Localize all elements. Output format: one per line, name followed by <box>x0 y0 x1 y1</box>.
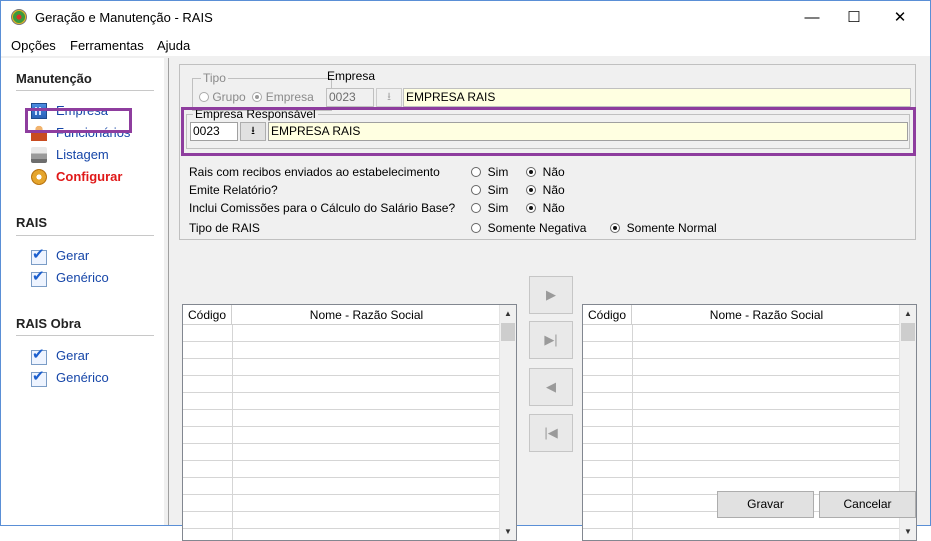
scroll-up-icon[interactable]: ▲ <box>500 305 516 322</box>
move-all-right-button[interactable]: ▶| <box>529 321 573 359</box>
option-label: Rais com recibos enviados ao estabelecim… <box>189 165 440 179</box>
highlight-box <box>181 107 916 156</box>
tipo-group: Tipo Grupo Empresa <box>192 71 332 111</box>
scroll-up-icon[interactable]: ▲ <box>900 305 916 322</box>
tipo-empresa-radio[interactable] <box>252 92 263 102</box>
menu-ferramentas[interactable]: Ferramentas <box>70 38 144 53</box>
sidebar-item-label: Listagem <box>56 147 109 162</box>
empresa-label: Empresa <box>327 69 376 83</box>
col-codigo[interactable]: Código <box>183 305 232 325</box>
col-codigo[interactable]: Código <box>583 305 632 325</box>
option-sim[interactable]: Sim <box>471 165 508 179</box>
scroll-thumb[interactable] <box>901 323 915 341</box>
printer-icon <box>31 147 47 163</box>
option-sim[interactable]: Sim <box>471 201 508 215</box>
option-sim[interactable]: Sim <box>471 183 508 197</box>
close-button[interactable]: ✕ <box>877 1 923 34</box>
menu-bar: Opções Ferramentas Ajuda <box>1 34 930 56</box>
tipo-empresa-label: Empresa <box>265 90 314 104</box>
cancel-button[interactable]: Cancelar <box>819 491 916 518</box>
checkbox-icon <box>31 245 47 265</box>
tipo-rais-normal-radio[interactable]: Somente Normal <box>610 221 717 235</box>
tipo-rais-negativa-radio[interactable]: Somente Negativa <box>471 221 586 235</box>
option-nao[interactable]: Não <box>526 183 565 197</box>
col-nome[interactable]: Nome - Razão Social <box>232 305 501 325</box>
sidebar-item-label: Configurar <box>56 169 123 184</box>
option-nao[interactable]: Não <box>526 165 565 179</box>
scroll-thumb[interactable] <box>501 323 515 341</box>
menu-ajuda[interactable]: Ajuda <box>157 38 190 53</box>
grid-header: Código Nome - Razão Social <box>183 305 501 325</box>
empresa-code-input[interactable]: 0023 <box>326 88 374 107</box>
checkbox-icon <box>31 367 47 387</box>
grid-header: Código Nome - Razão Social <box>583 305 901 325</box>
sidebar-item-label: Gerar <box>56 348 90 363</box>
section-title-rais-obra: RAIS Obra <box>16 316 82 331</box>
checkbox-icon <box>31 267 47 287</box>
tipo-grupo-label: Grupo <box>212 90 246 104</box>
tipo-legend: Tipo <box>203 71 226 85</box>
tipo-rais-label: Tipo de RAIS <box>189 221 260 235</box>
option-label: Emite Relatório? <box>189 183 278 197</box>
scrollbar[interactable]: ▲ ▼ <box>499 305 516 540</box>
app-icon <box>11 9 27 25</box>
section-title-rais: RAIS <box>16 215 48 230</box>
option-label: Inclui Comissões para o Cálculo do Salár… <box>189 201 456 215</box>
section-divider <box>16 235 154 236</box>
left-grid[interactable]: Código Nome - Razão Social ▲ ▼ <box>182 304 517 541</box>
title-bar: Geração e Manutenção - RAIS — ☐ ✕ <box>1 1 930 34</box>
window-title: Geração e Manutenção - RAIS <box>35 10 213 25</box>
col-nome[interactable]: Nome - Razão Social <box>632 305 901 325</box>
section-divider <box>16 90 154 91</box>
sidebar-item-label: Genérico <box>56 370 109 385</box>
checkbox-icon <box>31 345 47 365</box>
grid-rows[interactable] <box>183 325 501 540</box>
tipo-grupo-radio[interactable] <box>199 92 209 102</box>
minimize-button[interactable]: — <box>789 1 835 34</box>
section-title-manutencao: Manutenção <box>16 71 92 86</box>
gear-icon <box>31 169 47 185</box>
section-divider <box>16 335 154 336</box>
sidebar-item-label: Genérico <box>56 270 109 285</box>
move-right-button[interactable]: ▶ <box>529 276 573 314</box>
move-all-left-button[interactable]: |◀ <box>529 414 573 452</box>
move-left-button[interactable]: ◀ <box>529 368 573 406</box>
maximize-button[interactable]: ☐ <box>831 1 877 34</box>
option-nao[interactable]: Não <box>526 201 565 215</box>
highlight-box <box>25 108 132 133</box>
empresa-name-input[interactable]: EMPRESA RAIS <box>403 88 911 107</box>
sidebar-item-label: Gerar <box>56 248 90 263</box>
menu-opcoes[interactable]: Opções <box>11 38 56 53</box>
empresa-lookup-button[interactable]: ⭳ <box>376 88 402 107</box>
save-button[interactable]: Gravar <box>717 491 814 518</box>
app-window: Geração e Manutenção - RAIS — ☐ ✕ Opções… <box>0 0 931 541</box>
